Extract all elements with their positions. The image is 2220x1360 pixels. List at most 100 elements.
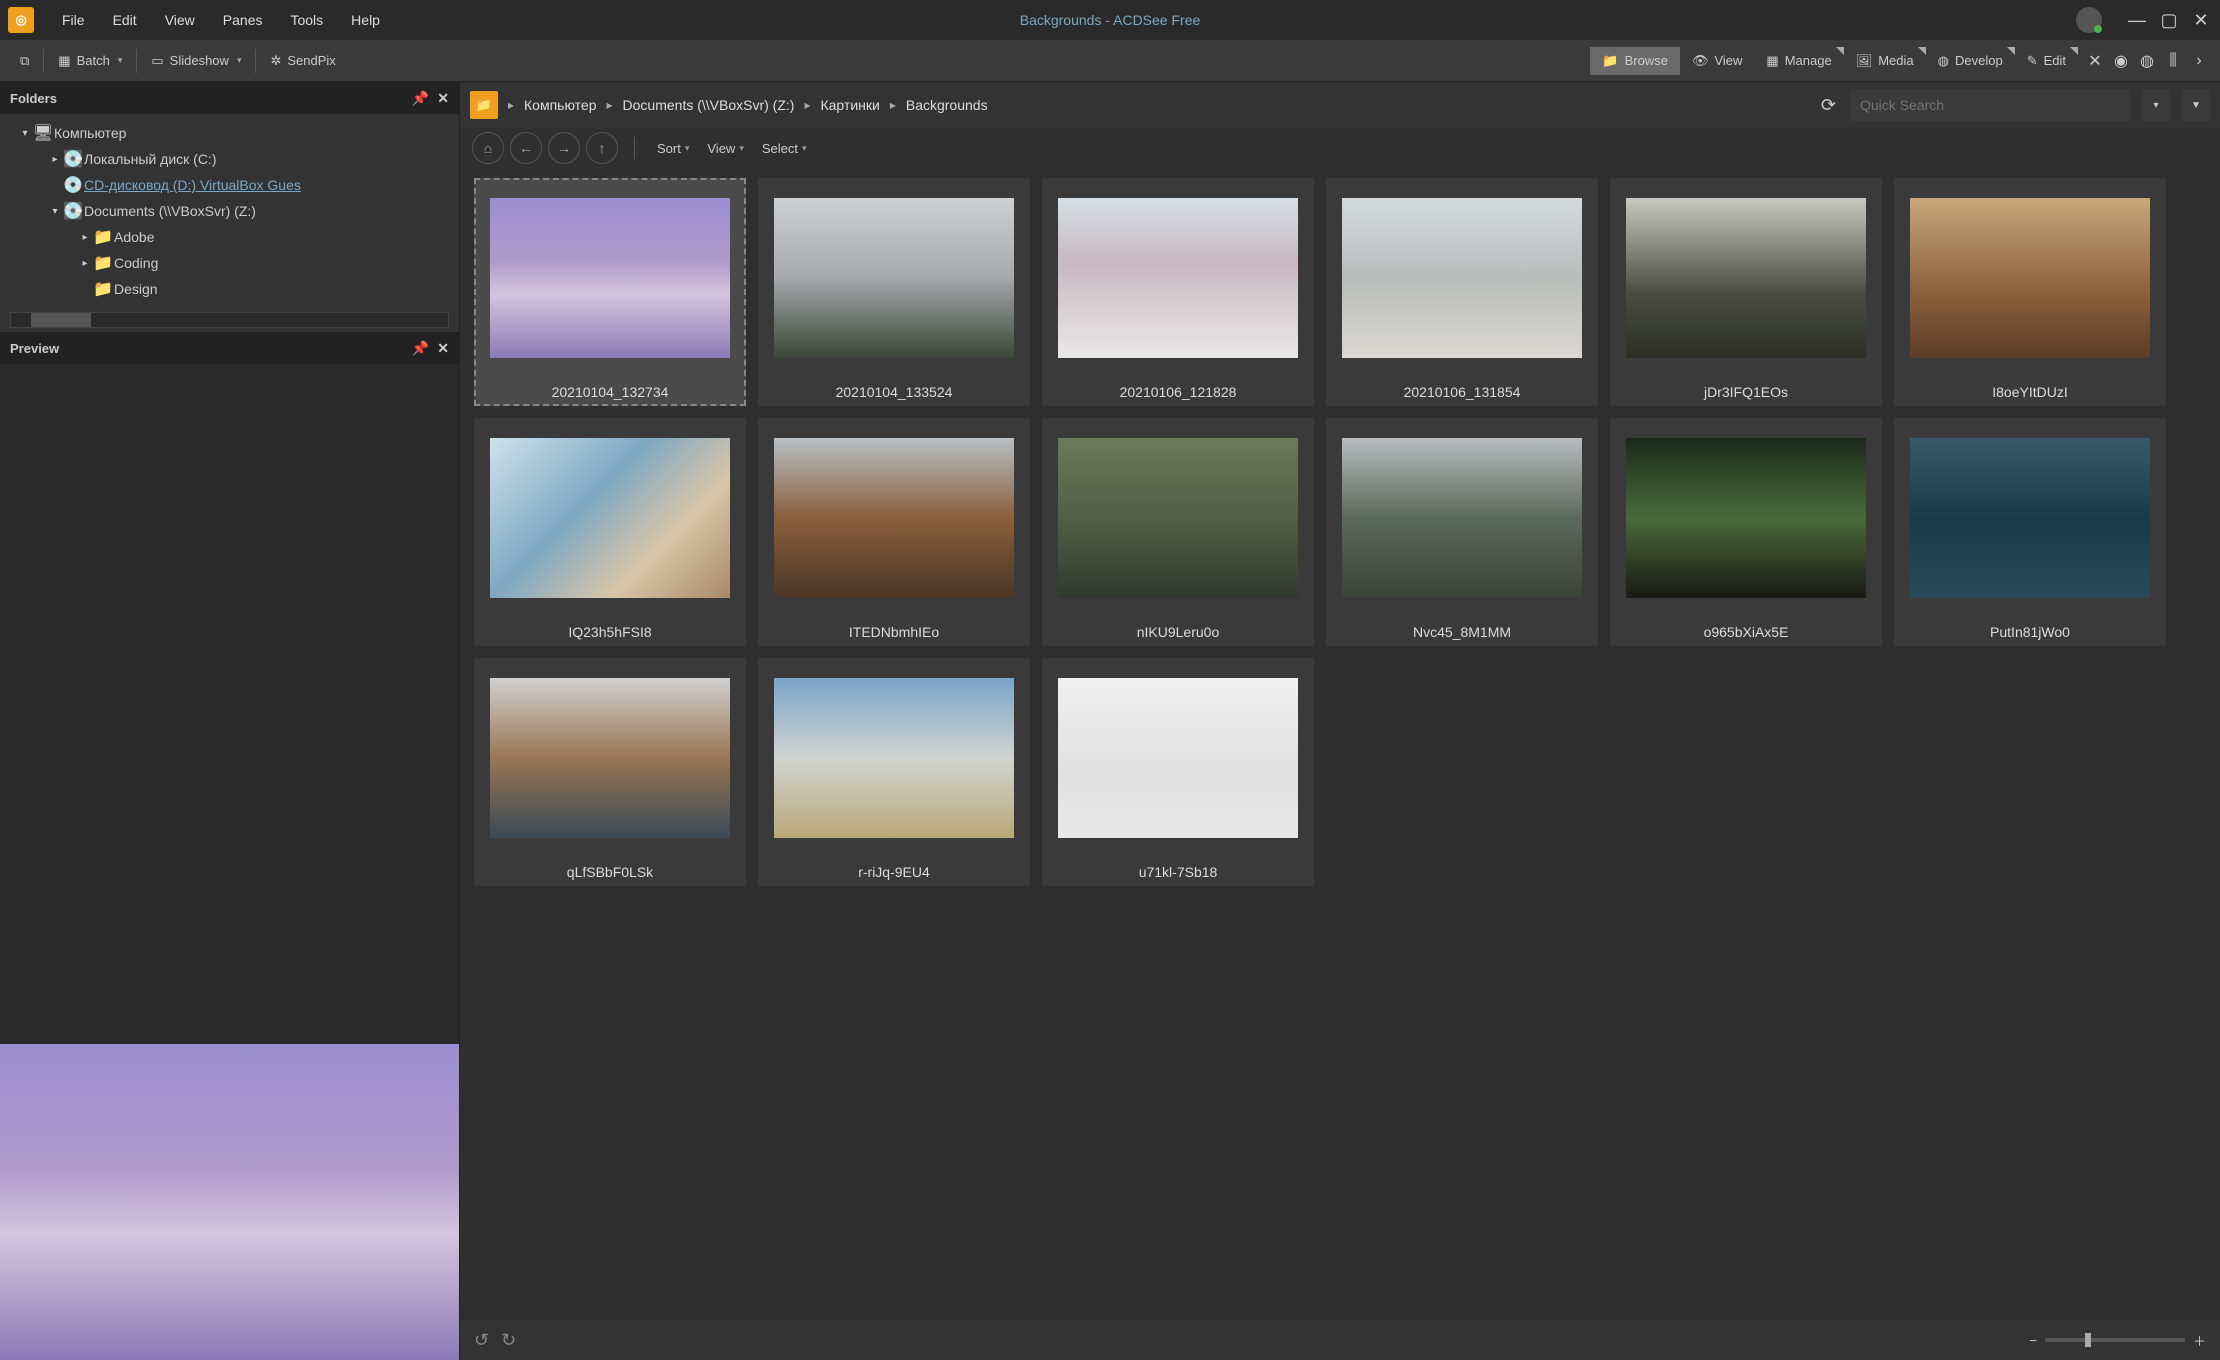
zoom-out-icon[interactable]: − — [2029, 1333, 2037, 1348]
thumbnail-item[interactable]: ITEDNbmhIEo — [758, 418, 1030, 646]
minimize-button[interactable]: — — [2126, 9, 2148, 31]
thumbnail-label: u71kl-7Sb18 — [1139, 858, 1218, 882]
thumbnail-image — [1626, 438, 1866, 598]
tree-item[interactable]: ▸💽Локальный диск (C:) — [0, 146, 459, 172]
filter-icon[interactable]: ▼ — [2182, 89, 2210, 121]
slideshow-button[interactable]: ▭Slideshow▾ — [141, 49, 251, 73]
preview-close-icon[interactable]: ✕ — [437, 340, 449, 357]
thumbnail-item[interactable]: IQ23h5hFSI8 — [474, 418, 746, 646]
title-bar: ◎ FileEditViewPanesToolsHelp Backgrounds… — [0, 0, 2220, 40]
thumbnail-item[interactable]: Nvc45_8M1MM — [1326, 418, 1598, 646]
thumbnail-image — [1058, 678, 1298, 838]
rotate-ccw-icon[interactable]: ↺ — [474, 1330, 489, 1351]
breadcrumb-item[interactable]: Backgrounds — [906, 97, 988, 113]
mode-develop[interactable]: ◍Develop — [1926, 47, 2015, 75]
rotate-cw-icon[interactable]: ↻ — [501, 1330, 516, 1351]
thumbnail-item[interactable]: nIKU9Leru0o — [1042, 418, 1314, 646]
zoom-slider[interactable] — [2045, 1338, 2185, 1342]
mode-media[interactable]: 🖼Media — [1844, 47, 1926, 75]
folders-close-icon[interactable]: ✕ — [437, 90, 449, 107]
tree-item[interactable]: ▾🖥Компьютер — [0, 120, 459, 146]
thumbnail-item[interactable]: qLfSBbF0LSk — [474, 658, 746, 886]
main-toolbar: ⧉ ▦Batch▾ ▭Slideshow▾ ✲SendPix 📁Browse 👁… — [0, 40, 2220, 82]
tool-globe-icon[interactable]: ◉ — [2110, 50, 2132, 72]
tree-item[interactable]: 📁Design — [0, 276, 459, 302]
menu-panes[interactable]: Panes — [209, 6, 277, 34]
thumbnail-item[interactable]: jDr3IFQ1EOs — [1610, 178, 1882, 406]
thumbnail-image — [774, 438, 1014, 598]
sendpix-button[interactable]: ✲SendPix — [260, 49, 345, 73]
thumbnail-item[interactable]: u71kl-7Sb18 — [1042, 658, 1314, 886]
maximize-button[interactable]: ▢ — [2158, 9, 2180, 31]
thumbnail-image — [1342, 438, 1582, 598]
thumbnail-item[interactable]: I8oeYItDUzI — [1894, 178, 2166, 406]
thumbnail-item[interactable]: PutIn81jWo0 — [1894, 418, 2166, 646]
breadcrumb-item[interactable]: Компьютер — [524, 97, 596, 113]
folders-panel-header: Folders 📌 ✕ — [0, 82, 459, 114]
breadcrumb-home-icon[interactable]: 📁 — [470, 91, 498, 119]
menu-file[interactable]: File — [48, 6, 99, 34]
thumbnail-label: r-riJq-9EU4 — [858, 858, 930, 882]
tool-chevron-icon[interactable]: › — [2188, 50, 2210, 72]
mode-browse[interactable]: 📁Browse — [1590, 47, 1680, 75]
thumbnail-image — [1058, 198, 1298, 358]
refresh-icon[interactable]: ⟳ — [1817, 91, 1840, 120]
thumbnail-area: 20210104_132734 20210104_133524 20210106_1… — [460, 168, 2220, 1320]
thumbnail-label: nIKU9Leru0o — [1137, 618, 1220, 642]
thumbnail-item[interactable]: r-riJq-9EU4 — [758, 658, 1030, 886]
mode-manage[interactable]: ▦Manage — [1754, 47, 1843, 75]
tree-item[interactable]: ▾💽Documents (\\VBoxSvr) (Z:) — [0, 198, 459, 224]
tool-365-icon[interactable]: ◍ — [2136, 50, 2158, 72]
mode-edit[interactable]: ✎Edit — [2015, 47, 2078, 75]
folders-pin-icon[interactable]: 📌 — [412, 90, 429, 107]
quick-search-box[interactable] — [1850, 89, 2130, 121]
thumbnail-label: 20210104_133524 — [836, 378, 953, 402]
nav-back-button[interactable]: ← — [510, 132, 542, 164]
nav-forward-button[interactable]: → — [548, 132, 580, 164]
thumbnail-label: o965bXiAx5E — [1704, 618, 1789, 642]
thumbnail-item[interactable]: 20210104_133524 — [758, 178, 1030, 406]
nav-toolbar: ⌂ ← → ↑ Sort▾ View▾ Select▾ — [460, 128, 2220, 168]
thumbnail-item[interactable]: o965bXiAx5E — [1610, 418, 1882, 646]
menu-help[interactable]: Help — [337, 6, 394, 34]
zoom-in-icon[interactable]: ＋ — [2193, 1331, 2206, 1350]
tree-item[interactable]: ▸📁Coding — [0, 250, 459, 276]
thumbnail-label: I8oeYItDUzI — [1992, 378, 2067, 402]
thumbnail-label: Nvc45_8M1MM — [1413, 618, 1511, 642]
search-dropdown[interactable]: ▾ — [2142, 89, 2170, 121]
folder-tree-scrollbar[interactable] — [10, 312, 449, 328]
nav-home-button[interactable]: ⌂ — [472, 132, 504, 164]
menu-edit[interactable]: Edit — [99, 6, 151, 34]
quick-search-input[interactable] — [1860, 97, 2120, 113]
tree-item[interactable]: ▸📁Adobe — [0, 224, 459, 250]
mode-view[interactable]: 👁View — [1680, 47, 1754, 75]
chevron-right-icon: ▸ — [607, 98, 613, 112]
user-account-icon[interactable] — [2076, 7, 2102, 33]
breadcrumb-item[interactable]: Картинки — [820, 97, 879, 113]
close-button[interactable]: ✕ — [2190, 9, 2212, 31]
nav-up-button[interactable]: ↑ — [586, 132, 618, 164]
chevron-right-icon: ▸ — [804, 98, 810, 112]
menu-tools[interactable]: Tools — [276, 6, 337, 34]
preview-panel-header: Preview 📌 ✕ — [0, 332, 459, 364]
preview-pin-icon[interactable]: 📌 — [412, 340, 429, 357]
thumbnail-image — [774, 198, 1014, 358]
thumbnail-image — [1626, 198, 1866, 358]
tool-chart-icon[interactable]: ⫼ — [2162, 50, 2184, 72]
thumbnail-image — [1910, 198, 2150, 358]
thumbnail-image — [490, 678, 730, 838]
thumbnail-label: PutIn81jWo0 — [1990, 618, 2070, 642]
external-editor-button[interactable]: ⧉ — [10, 49, 39, 73]
tool-crosshair-icon[interactable]: ✕ — [2084, 50, 2106, 72]
thumbnail-item[interactable]: 20210106_131854 — [1326, 178, 1598, 406]
menu-view[interactable]: View — [151, 6, 209, 34]
thumbnail-item[interactable]: 20210104_132734 — [474, 178, 746, 406]
tree-item[interactable]: 💿CD-дисковод (D:) VirtualBox Gues — [0, 172, 459, 198]
batch-button[interactable]: ▦Batch▾ — [48, 49, 132, 73]
sort-button[interactable]: Sort▾ — [651, 137, 695, 160]
thumbnail-label: ITEDNbmhIEo — [849, 618, 939, 642]
select-button[interactable]: Select▾ — [756, 137, 813, 160]
view-button[interactable]: View▾ — [701, 137, 749, 160]
thumbnail-item[interactable]: 20210106_121828 — [1042, 178, 1314, 406]
breadcrumb-item[interactable]: Documents (\\VBoxSvr) (Z:) — [623, 97, 795, 113]
